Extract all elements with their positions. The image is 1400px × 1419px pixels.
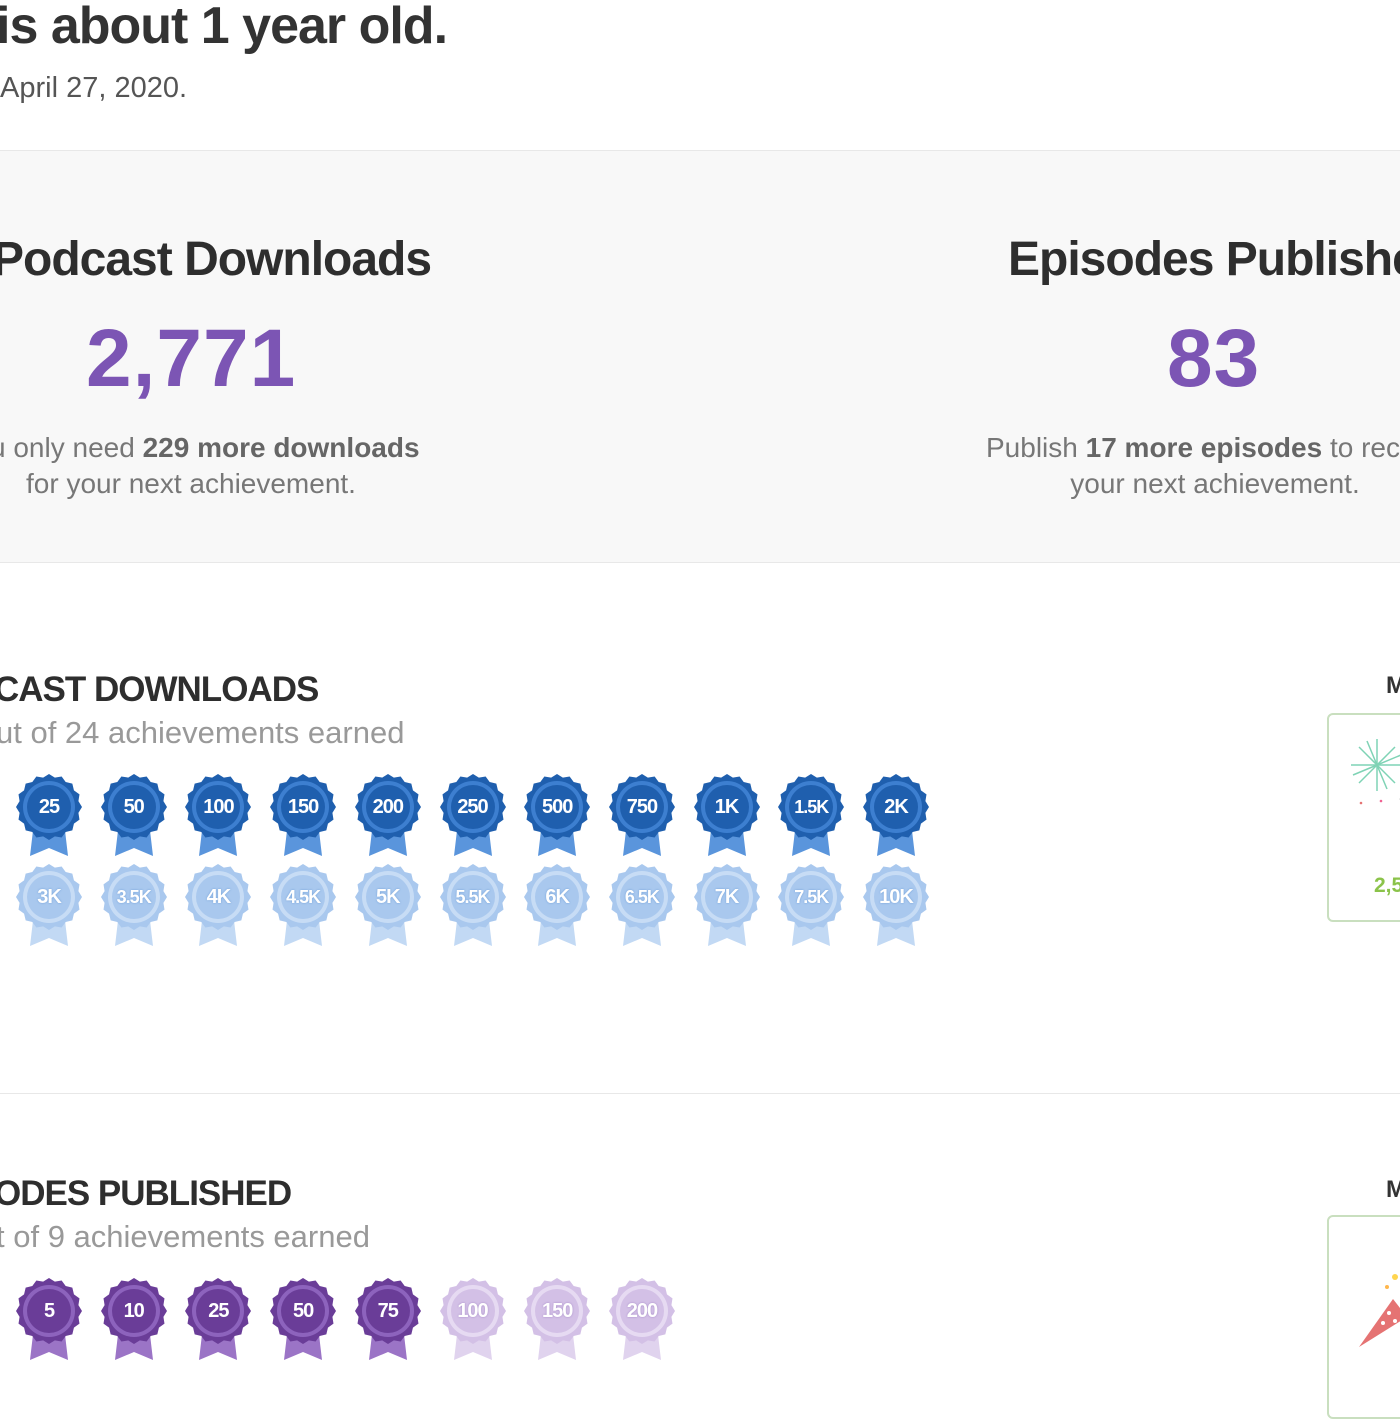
badge-label: 150 <box>522 1276 592 1346</box>
download-achievement-locked-badge[interactable]: 6K <box>522 862 592 948</box>
download-achievement-locked-badge[interactable]: 6.5K <box>607 862 677 948</box>
download-achievement-badge[interactable]: 100 <box>183 772 253 858</box>
download-achievement-locked-badge[interactable]: 5.5K <box>438 862 508 948</box>
download-achievement-locked-badge[interactable]: 5K <box>353 862 423 948</box>
download-achievement-badge[interactable]: 250 <box>438 772 508 858</box>
episode-achievement-badge[interactable]: 75 <box>353 1276 423 1362</box>
episodes-section-subtitle: t of 9 achievements earned <box>0 1219 370 1255</box>
episodes-note-line2: your next achievement. <box>1030 466 1400 502</box>
badge-label: 5.5K <box>438 862 508 932</box>
party-popper-icon <box>1349 1247 1400 1357</box>
episode-achievement-locked-badge[interactable]: 100 <box>438 1276 508 1362</box>
page-subtitle: April 27, 2020. <box>0 72 187 105</box>
episodes-note-post: to rece <box>1322 432 1400 463</box>
downloads-note-pre: u only need <box>0 432 143 463</box>
page-title: is about 1 year old. <box>0 0 447 56</box>
downloads-note-bold: 229 more downloads <box>143 432 420 463</box>
download-achievement-locked-badge[interactable]: 3.5K <box>99 862 169 948</box>
download-achievement-locked-badge[interactable]: 10K <box>861 862 931 948</box>
download-achievement-locked-badge[interactable]: 4.5K <box>268 862 338 948</box>
badge-label: 5K <box>353 862 423 932</box>
download-achievement-badge[interactable]: 150 <box>268 772 338 858</box>
badge-label: 3K <box>14 862 84 932</box>
download-achievement-locked-badge[interactable]: 3K <box>14 862 84 948</box>
download-achievement-badge[interactable]: 1K <box>692 772 762 858</box>
download-achievement-badge[interactable]: 500 <box>522 772 592 858</box>
episodes-note-pre: Publish <box>986 432 1086 463</box>
download-achievement-locked-badge[interactable]: 4K <box>183 862 253 948</box>
badge-label: 2K <box>861 772 931 842</box>
badge-label: 75 <box>353 1276 423 1346</box>
download-achievement-badge[interactable]: 1.5K <box>776 772 846 858</box>
badge-label: 150 <box>268 772 338 842</box>
download-achievement-locked-badge[interactable]: 7K <box>692 862 762 948</box>
episode-achievement-locked-badge[interactable]: 150 <box>522 1276 592 1362</box>
firework-icon <box>1347 735 1400 805</box>
episode-achievement-badge[interactable]: 50 <box>268 1276 338 1362</box>
episodes-stat-note: Publish 17 more episodes to rece <box>986 430 1400 466</box>
badge-label: 1K <box>692 772 762 842</box>
badge-label: 200 <box>353 772 423 842</box>
badge-label: 100 <box>183 772 253 842</box>
episodes-section-title: ODES PUBLISHED <box>0 1174 291 1214</box>
badge-label: 100 <box>438 1276 508 1346</box>
download-achievement-badge[interactable]: 2K <box>861 772 931 858</box>
downloads-section-title: CAST DOWNLOADS <box>0 670 318 710</box>
badge-label: 25 <box>14 772 84 842</box>
section-divider <box>0 1093 1400 1094</box>
badge-label: 200 <box>607 1276 677 1346</box>
badge-label: 7K <box>692 862 762 932</box>
episode-achievement-badge[interactable]: 10 <box>99 1276 169 1362</box>
downloads-section-subtitle: ut of 24 achievements earned <box>0 715 404 751</box>
downloads-stat-value: 2,771 <box>86 312 296 406</box>
badge-label: 3.5K <box>99 862 169 932</box>
badge-label: 1.5K <box>776 772 846 842</box>
download-achievement-badge[interactable]: 200 <box>353 772 423 858</box>
badge-label: 25 <box>183 1276 253 1346</box>
badge-label: 6K <box>522 862 592 932</box>
downloads-stat-title: Podcast Downloads <box>0 232 431 287</box>
badge-label: 500 <box>522 772 592 842</box>
episode-achievement-badge[interactable]: 5 <box>14 1276 84 1362</box>
download-achievement-locked-badge[interactable]: 7.5K <box>776 862 846 948</box>
badge-label: 4K <box>183 862 253 932</box>
episodes-note-bold: 17 more episodes <box>1086 432 1323 463</box>
download-achievement-badge[interactable]: 50 <box>99 772 169 858</box>
episodes-stat-title: Episodes Publishe <box>1008 232 1400 287</box>
badge-label: 750 <box>607 772 677 842</box>
badge-label: 7.5K <box>776 862 846 932</box>
downloads-milestone-value: 2,5 <box>1374 874 1400 898</box>
download-achievement-badge[interactable]: 750 <box>607 772 677 858</box>
episodes-milestone-card[interactable] <box>1327 1215 1400 1419</box>
badge-label: 6.5K <box>607 862 677 932</box>
badge-label: 10 <box>99 1276 169 1346</box>
episodes-stat-value: 83 <box>1167 312 1260 406</box>
downloads-note-line2: for your next achievement. <box>0 466 382 502</box>
badge-label: 250 <box>438 772 508 842</box>
episodes-side-label: M <box>1386 1176 1400 1204</box>
badge-label: 50 <box>99 772 169 842</box>
download-achievement-badge[interactable]: 25 <box>14 772 84 858</box>
downloads-side-label: M <box>1386 672 1400 700</box>
episode-achievement-badge[interactable]: 25 <box>183 1276 253 1362</box>
downloads-milestone-card[interactable]: 2,5 <box>1327 713 1400 922</box>
badge-label: 10K <box>861 862 931 932</box>
downloads-stat-note: u only need 229 more downloads <box>0 430 430 466</box>
episode-achievement-locked-badge[interactable]: 200 <box>607 1276 677 1362</box>
badge-label: 50 <box>268 1276 338 1346</box>
badge-label: 5 <box>14 1276 84 1346</box>
badge-label: 4.5K <box>268 862 338 932</box>
